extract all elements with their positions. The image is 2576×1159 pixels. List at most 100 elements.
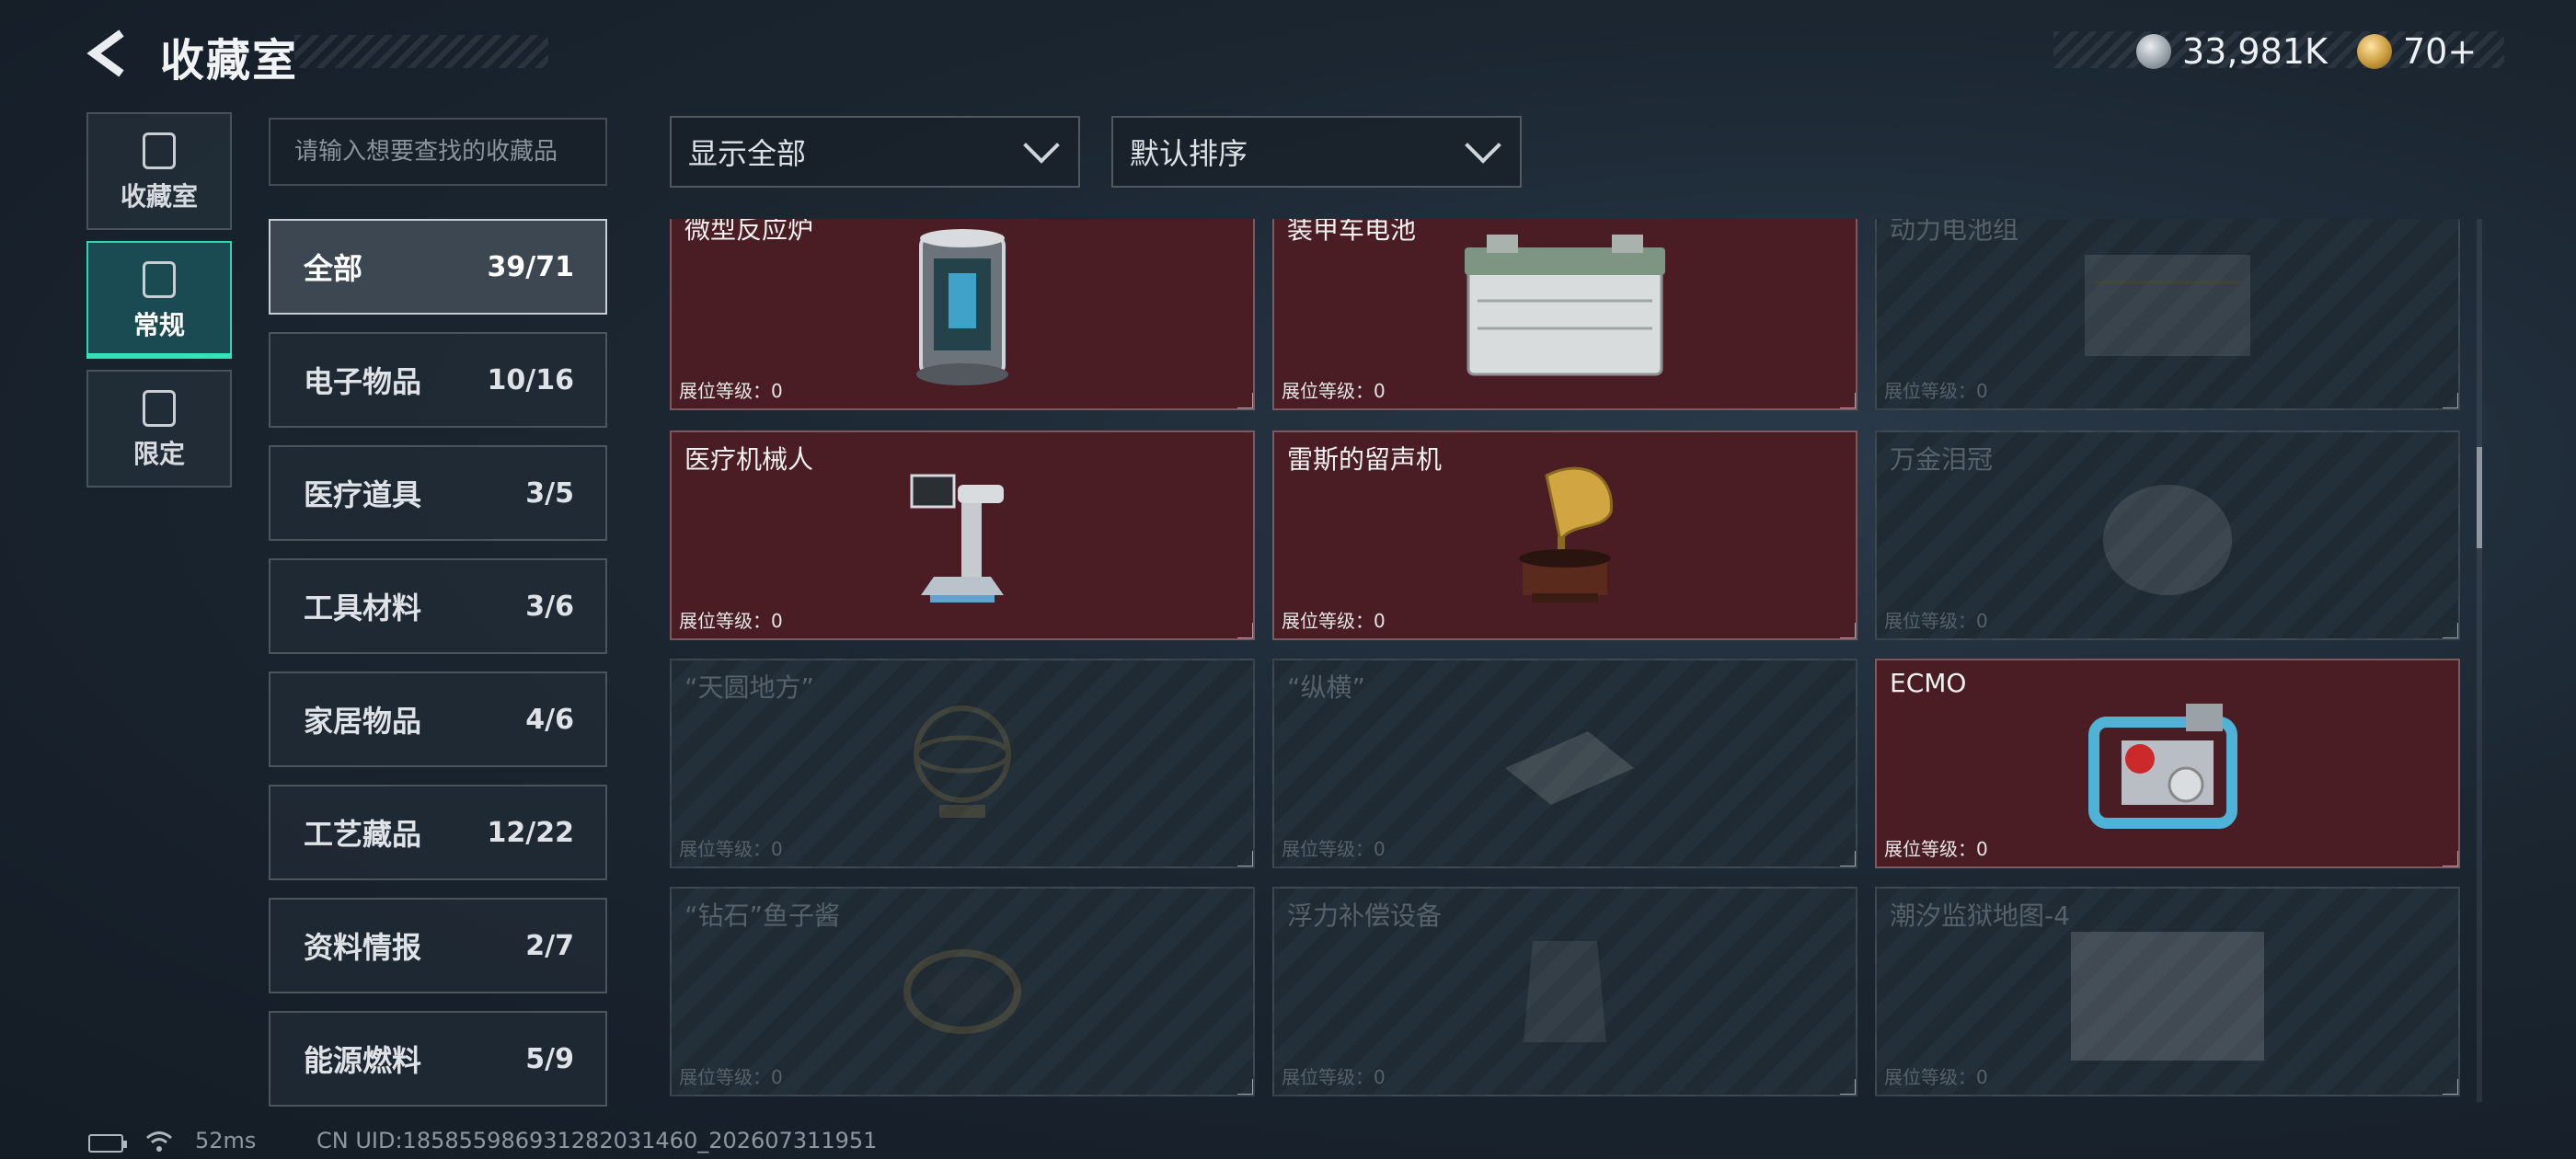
category-count: 10/16	[487, 363, 574, 396]
collection-card[interactable]: 装甲车电池 展位等级：0	[1272, 219, 1857, 410]
booth-level: 展位等级：0	[1884, 838, 1988, 860]
medical-robot-icon	[910, 474, 1004, 602]
booth-level: 展位等级：0	[679, 610, 783, 632]
currency-coins: 33,981K	[2136, 31, 2328, 72]
item-name: 装甲车电池	[1287, 219, 1417, 245]
nav-limited[interactable]: 限定	[86, 370, 232, 488]
category-name: 医疗道具	[304, 477, 422, 512]
category-all[interactable]: 全部 39/71	[269, 219, 607, 315]
coin-amount: 33,981K	[2182, 31, 2328, 72]
reactor-icon	[916, 229, 1008, 385]
category-tools[interactable]: 工具材料 3/6	[269, 558, 607, 654]
token-amount: 70+	[2403, 31, 2478, 72]
scrollbar-track[interactable]	[2477, 219, 2482, 1102]
chevron-down-icon	[1023, 127, 1060, 164]
back-arrow-icon[interactable]	[85, 28, 136, 79]
sort-dropdown[interactable]: 默认排序	[1111, 116, 1522, 188]
crown-icon	[2103, 485, 2232, 595]
category-medical[interactable]: 医疗道具 3/5	[269, 445, 607, 541]
category-electronics[interactable]: 电子物品 10/16	[269, 332, 607, 428]
category-count: 39/71	[487, 250, 574, 283]
collection-card[interactable]: ECMO 展位等级：0	[1875, 659, 2460, 868]
category-count: 4/6	[525, 703, 574, 736]
currency-tokens[interactable]: 70+	[2357, 31, 2478, 72]
item-name: 微型反应炉	[684, 219, 814, 245]
booth-level: 展位等级：0	[1282, 610, 1386, 632]
page-title: 收藏室	[160, 35, 299, 86]
collection-grid: 微型反应炉 展位等级：0 装甲车电池 展位等级：0 动力电池组 展位等级：0 医…	[670, 219, 2464, 1102]
booth-level: 展位等级：0	[1282, 838, 1386, 860]
booth-level: 展位等级：0	[679, 380, 783, 402]
category-intel[interactable]: 资料情报 2/7	[269, 898, 607, 993]
filter-dropdown[interactable]: 显示全部	[670, 116, 1080, 188]
nav-label: 限定	[132, 439, 185, 469]
collection-card[interactable]: “天圆地方” 展位等级：0	[670, 659, 1255, 868]
vault-icon	[143, 132, 176, 169]
item-name: 浮力补偿设备	[1287, 901, 1443, 931]
category-count: 3/6	[525, 590, 574, 623]
nav-regular[interactable]: 常规	[86, 241, 232, 359]
booth-level: 展位等级：0	[1884, 1066, 1988, 1088]
limited-collection-icon	[143, 390, 176, 427]
coin-icon	[2136, 34, 2171, 69]
category-household[interactable]: 家居物品 4/6	[269, 671, 607, 767]
chevron-down-icon	[1465, 127, 1501, 164]
armillary-icon	[914, 706, 1011, 818]
collection-card[interactable]: 动力电池组 展位等级：0	[1875, 219, 2460, 410]
booth-level: 展位等级：0	[679, 1066, 783, 1088]
collection-card[interactable]: 潮汐监狱地图-4 展位等级：0	[1875, 887, 2460, 1096]
ping-value: 52ms	[195, 1128, 257, 1153]
search-input[interactable]	[270, 120, 605, 184]
nav-vault[interactable]: 收藏室	[86, 112, 232, 230]
category-count: 5/9	[525, 1042, 574, 1075]
nav-label: 收藏室	[120, 181, 198, 212]
item-name: “天圆地方”	[684, 672, 815, 703]
title-decoration	[294, 35, 548, 68]
category-crafts[interactable]: 工艺藏品 12/22	[269, 785, 607, 880]
item-name: 雷斯的留声机	[1287, 444, 1443, 475]
collection-card[interactable]: 微型反应炉 展位等级：0	[670, 219, 1255, 410]
booth-level: 展位等级：0	[1884, 380, 1988, 402]
sort-value: 默认排序	[1130, 136, 1248, 171]
chessboard-icon	[1505, 731, 1634, 805]
wifi-icon	[146, 1131, 172, 1152]
item-name: “钻石”鱼子酱	[684, 901, 841, 931]
category-name: 工具材料	[304, 591, 422, 625]
booth-level: 展位等级：0	[1282, 380, 1386, 402]
category-count: 12/22	[487, 816, 574, 849]
item-name: 动力电池组	[1890, 219, 2019, 245]
regular-collection-icon	[143, 261, 176, 298]
collection-card[interactable]: 浮力补偿设备 展位等级：0	[1272, 887, 1857, 1096]
search-box[interactable]	[269, 118, 607, 186]
uid-text: CN UID:1858559869312820314​60_2026073119…	[316, 1128, 878, 1153]
category-energy[interactable]: 能源燃料 5/9	[269, 1011, 607, 1107]
item-name: 万金泪冠	[1890, 444, 1994, 475]
battery-icon	[88, 1134, 127, 1153]
ecmo-icon	[2088, 704, 2237, 829]
filter-value: 显示全部	[688, 136, 807, 171]
collection-card[interactable]: 雷斯的留声机 展位等级：0	[1272, 430, 1857, 640]
item-name: 潮汐监狱地图-4	[1890, 901, 2070, 931]
bcd-icon	[1524, 941, 1606, 1042]
power-pack-icon	[2085, 255, 2250, 356]
category-name: 家居物品	[304, 704, 422, 739]
collection-card[interactable]: 医疗机械人 展位等级：0	[670, 430, 1255, 640]
category-count: 3/5	[525, 476, 574, 510]
item-name: ECMO	[1890, 668, 1967, 698]
battery-icon	[1465, 235, 1665, 376]
booth-level: 展位等级：0	[1884, 610, 1988, 632]
item-name: “纵横”	[1287, 672, 1366, 703]
caviar-icon	[903, 949, 1021, 1034]
collection-card[interactable]: “纵横” 展位等级：0	[1272, 659, 1857, 868]
category-name: 资料情报	[304, 930, 422, 965]
collection-card[interactable]: 万金泪冠 展位等级：0	[1875, 430, 2460, 640]
category-name: 全部	[304, 251, 363, 286]
nav-label: 常规	[132, 310, 185, 340]
item-name: 医疗机械人	[684, 444, 814, 475]
token-icon	[2357, 34, 2392, 69]
scrollbar-thumb[interactable]	[2477, 447, 2482, 548]
booth-level: 展位等级：0	[679, 838, 783, 860]
collection-card[interactable]: “钻石”鱼子酱 展位等级：0	[670, 887, 1255, 1096]
booth-level: 展位等级：0	[1282, 1066, 1386, 1088]
category-name: 工艺藏品	[304, 817, 422, 852]
